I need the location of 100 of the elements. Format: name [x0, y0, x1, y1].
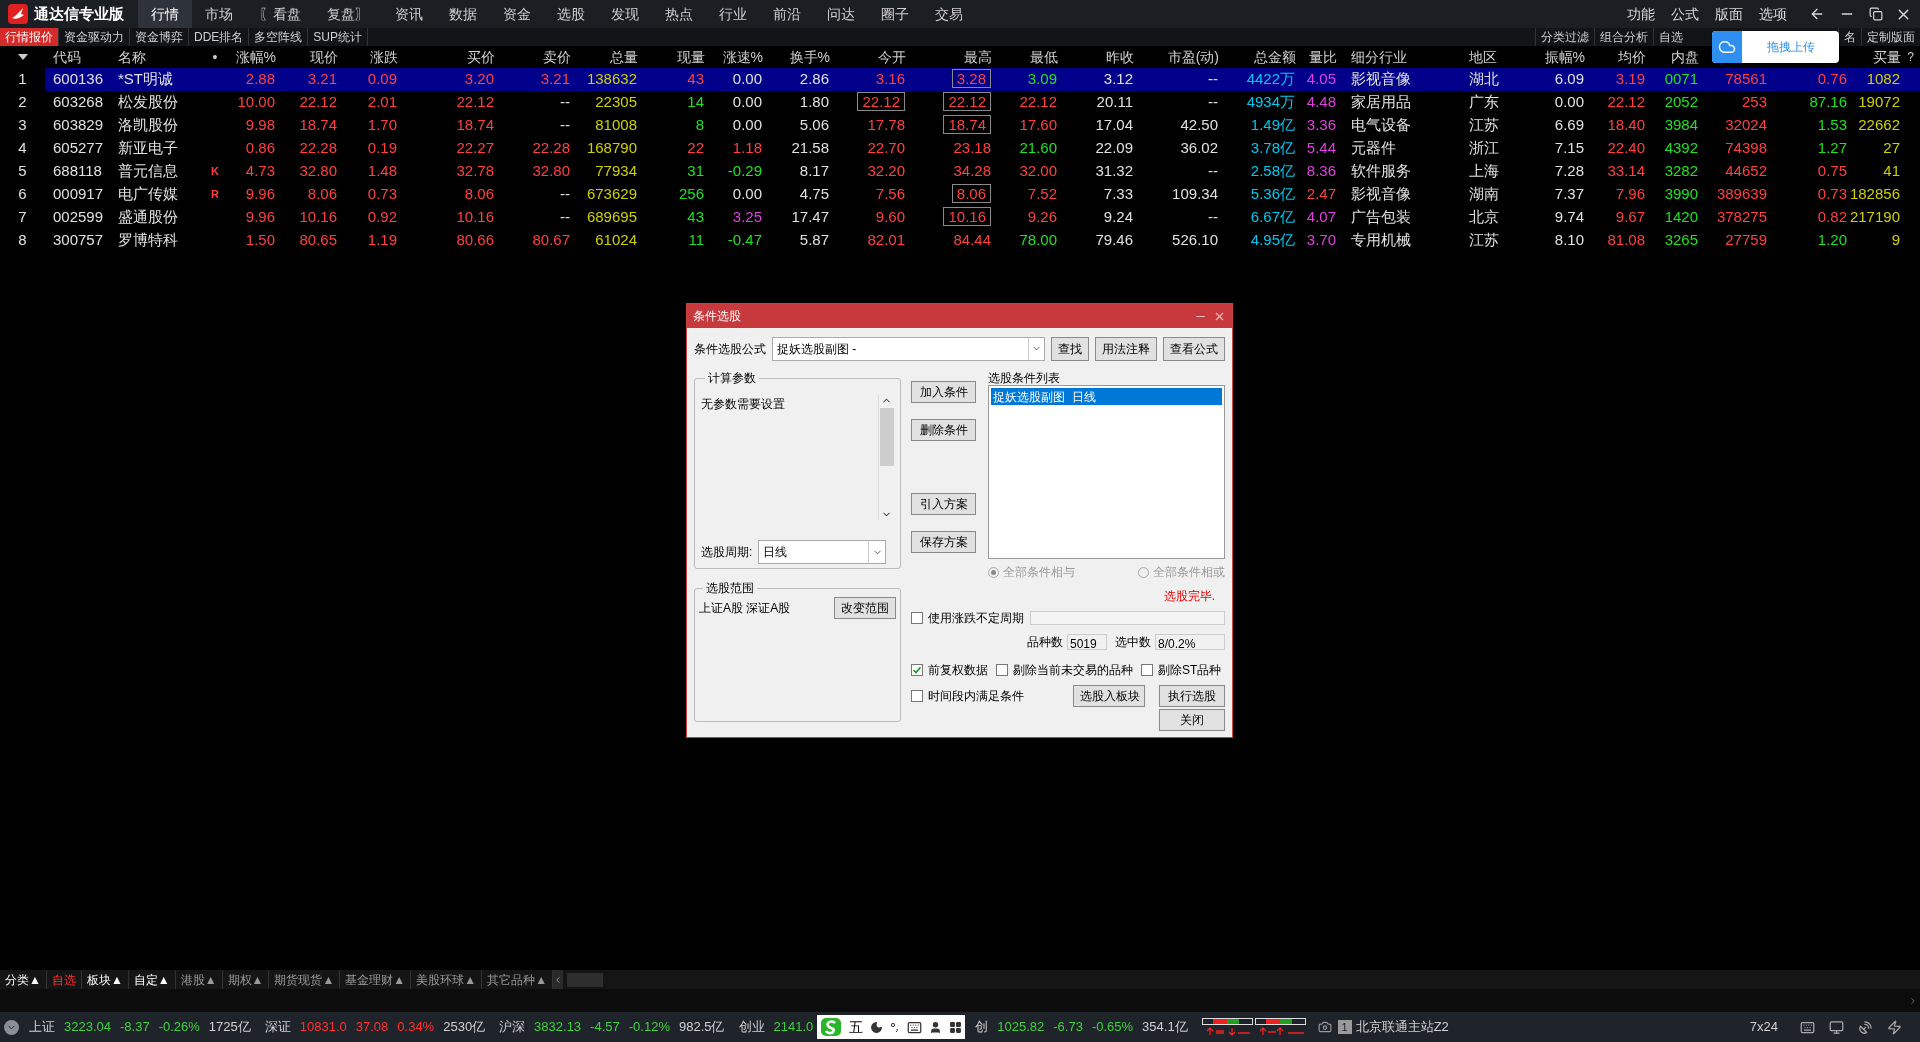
- column-header[interactable]: 名称: [118, 48, 146, 65]
- side-button[interactable]: 加入条件: [911, 381, 976, 403]
- table-row[interactable]: 2 603268 松发股份 10.00 22.12 2.01 22.12 -- 22305 14 0.00 1.80 22.12 22.12 22.12 20.11 -- 4934万 4.48 家居用品 广东 0.00 22.12 2052 253 87.16 19072: [0, 91, 1920, 114]
- column-header[interactable]: 细分行业: [1351, 48, 1407, 65]
- lightning-icon[interactable]: [1887, 1019, 1902, 1035]
- table-row[interactable]: 1 600136 *ST明诚 2.88 3.21 0.09 3.20 3.21 138632 43 0.00 2.86 3.16 3.28 3.09 3.12 -- 4422万 4.05 影视音像 湖北 6.09 3.19 0071 78561 0.76 1082: [0, 68, 1920, 91]
- toolbar-button[interactable]: 组合分析: [1594, 28, 1653, 46]
- table-row[interactable]: 8 300757 罗博特科 1.50 80.65 1.19 80.66 80.67 61024 11 -0.47 5.87 82.01 84.44 78.00 79.46 526.10 4.95亿 3.70 专用机械 江苏 8.10 81.08 3265 27759 1.20 9: [0, 229, 1920, 252]
- table-row[interactable]: 6 000917 电广传媒 R 9.96 8.06 0.73 8.06 -- 673629 256 0.00 4.75 7.56 8.06 7.52 7.33 109.34 5.36亿 2.47 影视音像 湖南 7.37 7.96 3990 389639 0.73 182856: [0, 183, 1920, 206]
- column-header[interactable]: 昨收: [1106, 48, 1134, 65]
- column-header[interactable]: 代码: [53, 48, 81, 65]
- table-row[interactable]: 4 605277 新亚电子 0.86 22.28 0.19 22.27 22.28 168790 22 1.18 21.58 22.70 23.18 21.60 22.09 36.02 3.78亿 5.44 元器件 浙江 7.15 22.40 4392 74398 1.27 27: [0, 137, 1920, 160]
- menu-item[interactable]: 问达: [814, 0, 868, 28]
- column-header[interactable]: 总量: [610, 48, 638, 65]
- camera-icon[interactable]: [1317, 1020, 1332, 1034]
- menu-item[interactable]: 选项: [1751, 3, 1795, 25]
- menu-item[interactable]: 功能: [1619, 3, 1663, 25]
- menu-item[interactable]: 版面: [1707, 3, 1751, 25]
- keyboard-icon[interactable]: [1800, 1019, 1815, 1035]
- column-header[interactable]: 涨幅%: [235, 48, 276, 65]
- menu-item[interactable]: 热点: [652, 0, 706, 28]
- add-to-sector-button[interactable]: 选股入板块: [1073, 685, 1145, 707]
- table-row[interactable]: 5 688118 普元信息 K 4.73 32.80 1.48 32.78 32.80 77934 31 -0.29 8.17 32.20 34.28 32.00 31.32 -- 2.58亿 8.36 软件服务 上海 7.28 33.14 3282 44652 0.75 41: [0, 160, 1920, 183]
- menu-item[interactable]: 圈子: [868, 0, 922, 28]
- side-button[interactable]: 删除条件: [911, 419, 976, 441]
- sub-tab[interactable]: 行情报价: [0, 28, 59, 46]
- back-icon[interactable]: [1809, 6, 1825, 22]
- checkbox[interactable]: [1141, 664, 1153, 676]
- sub-tab[interactable]: 资金驱动力: [59, 28, 130, 46]
- scroll-thumb[interactable]: [879, 408, 894, 466]
- monitor-icon[interactable]: [1829, 1019, 1844, 1035]
- user-icon[interactable]: [929, 1020, 943, 1034]
- column-header[interactable]: 现价: [310, 48, 338, 65]
- menu-item[interactable]: 资金: [490, 0, 544, 28]
- menu-item[interactable]: 公式: [1663, 3, 1707, 25]
- index-name[interactable]: 创业: [738, 1017, 765, 1037]
- checkbox[interactable]: [996, 664, 1008, 676]
- toolbar-button[interactable]: 自选: [1653, 28, 1688, 46]
- column-header[interactable]: 涨速%: [722, 48, 763, 65]
- restore-icon[interactable]: [1869, 7, 1883, 21]
- toolbar-button[interactable]: 查看公式: [1163, 336, 1225, 361]
- table-row[interactable]: 3 603829 洛凯股份 9.98 18.74 1.70 18.74 -- 81008 8 0.00 5.06 17.78 18.74 17.60 17.04 42.50 1.49亿 3.36 电气设备 江苏 6.69 18.40 3984 32024 1.53 22662: [0, 114, 1920, 137]
- moon-icon[interactable]: [870, 1020, 884, 1034]
- column-header[interactable]: 卖价: [543, 48, 571, 65]
- column-header[interactable]: 市盈(动): [1167, 48, 1219, 65]
- period-input-field[interactable]: [1030, 611, 1225, 625]
- period-dropdown[interactable]: 日线: [758, 540, 887, 564]
- input-mode[interactable]: 五: [849, 1016, 864, 1038]
- side-button[interactable]: 引入方案: [911, 493, 976, 515]
- table-row[interactable]: 7 002599 盛通股份 9.96 10.16 0.92 10.16 -- 689695 43 3.25 17.47 9.60 10.16 9.26 9.24 -- 6.67亿 4.07 广告包装 北京 9.74 9.67 1420 378275 0.82 217190: [0, 206, 1920, 229]
- change-range-button[interactable]: 改变范围: [834, 597, 896, 619]
- sub-tab[interactable]: SUP统计: [308, 28, 369, 46]
- service-hours[interactable]: 7x24: [1749, 1017, 1778, 1037]
- column-header[interactable]: 总金额: [1254, 48, 1296, 65]
- menu-item[interactable]: 发现: [598, 0, 652, 28]
- punctuation-icon[interactable]: [890, 1021, 901, 1033]
- run-screening-button[interactable]: 执行选股: [1159, 685, 1225, 707]
- satellite-dish-icon[interactable]: [1858, 1019, 1873, 1035]
- column-header[interactable]: 买价: [467, 48, 495, 65]
- column-header[interactable]: 内盘: [1671, 48, 1699, 65]
- toolbar-button[interactable]: 定制版面: [1861, 28, 1920, 46]
- checkbox[interactable]: [911, 690, 923, 702]
- index-name[interactable]: 创: [975, 1017, 989, 1037]
- column-header[interactable]: 均价: [1618, 48, 1646, 65]
- index-name[interactable]: 沪深: [499, 1017, 526, 1037]
- toolbar-button[interactable]: 查找: [1051, 336, 1089, 361]
- column-header[interactable]: 现量: [677, 48, 705, 65]
- input-method-toolbar[interactable]: 五: [817, 1015, 966, 1039]
- condition-item[interactable]: 捉妖选股副图 日线: [991, 388, 1222, 405]
- column-header[interactable]: 地区: [1469, 48, 1497, 65]
- menu-item[interactable]: 资讯: [382, 0, 436, 28]
- toolbar-button[interactable]: 用法注释: [1095, 336, 1157, 361]
- column-header[interactable]: 涨跌: [370, 48, 398, 65]
- menu-item[interactable]: 行情: [138, 0, 192, 28]
- side-button[interactable]: 保存方案: [911, 531, 976, 553]
- column-header[interactable]: 最高: [964, 48, 992, 65]
- tab-scrollbar[interactable]: [567, 972, 603, 987]
- sub-tab[interactable]: 多空阵线: [249, 28, 309, 46]
- sub-tab[interactable]: DDE排名: [189, 28, 250, 46]
- toolbar-button[interactable]: 分类过滤: [1535, 28, 1594, 46]
- close-button[interactable]: 关闭: [1159, 709, 1225, 731]
- column-header[interactable]: •: [212, 48, 218, 65]
- column-header[interactable]: 最低: [1030, 48, 1058, 65]
- menu-item[interactable]: 交易: [922, 0, 976, 28]
- index-name[interactable]: 上证: [29, 1017, 55, 1037]
- grid-icon[interactable]: [949, 1020, 963, 1034]
- menu-item[interactable]: 〖看盘: [246, 0, 314, 28]
- menu-item[interactable]: 选股: [544, 0, 598, 28]
- keyboard-icon[interactable]: [907, 1019, 923, 1035]
- column-header[interactable]: 量比: [1309, 48, 1337, 65]
- menu-item[interactable]: 数据: [436, 0, 490, 28]
- menu-item[interactable]: 行业: [706, 0, 760, 28]
- server-name[interactable]: 北京联通主站Z2: [1355, 1017, 1449, 1037]
- menu-item[interactable]: 前沿: [760, 0, 814, 28]
- sub-tab[interactable]: 资金博弈: [130, 28, 189, 46]
- menu-item[interactable]: 复盘〗: [314, 0, 382, 28]
- column-header[interactable]: 振幅%: [1544, 48, 1585, 65]
- formula-dropdown[interactable]: 捉妖选股副图 -: [772, 336, 1045, 361]
- scroll-left-icon[interactable]: [553, 974, 563, 985]
- column-header[interactable]: 换手%: [789, 48, 830, 65]
